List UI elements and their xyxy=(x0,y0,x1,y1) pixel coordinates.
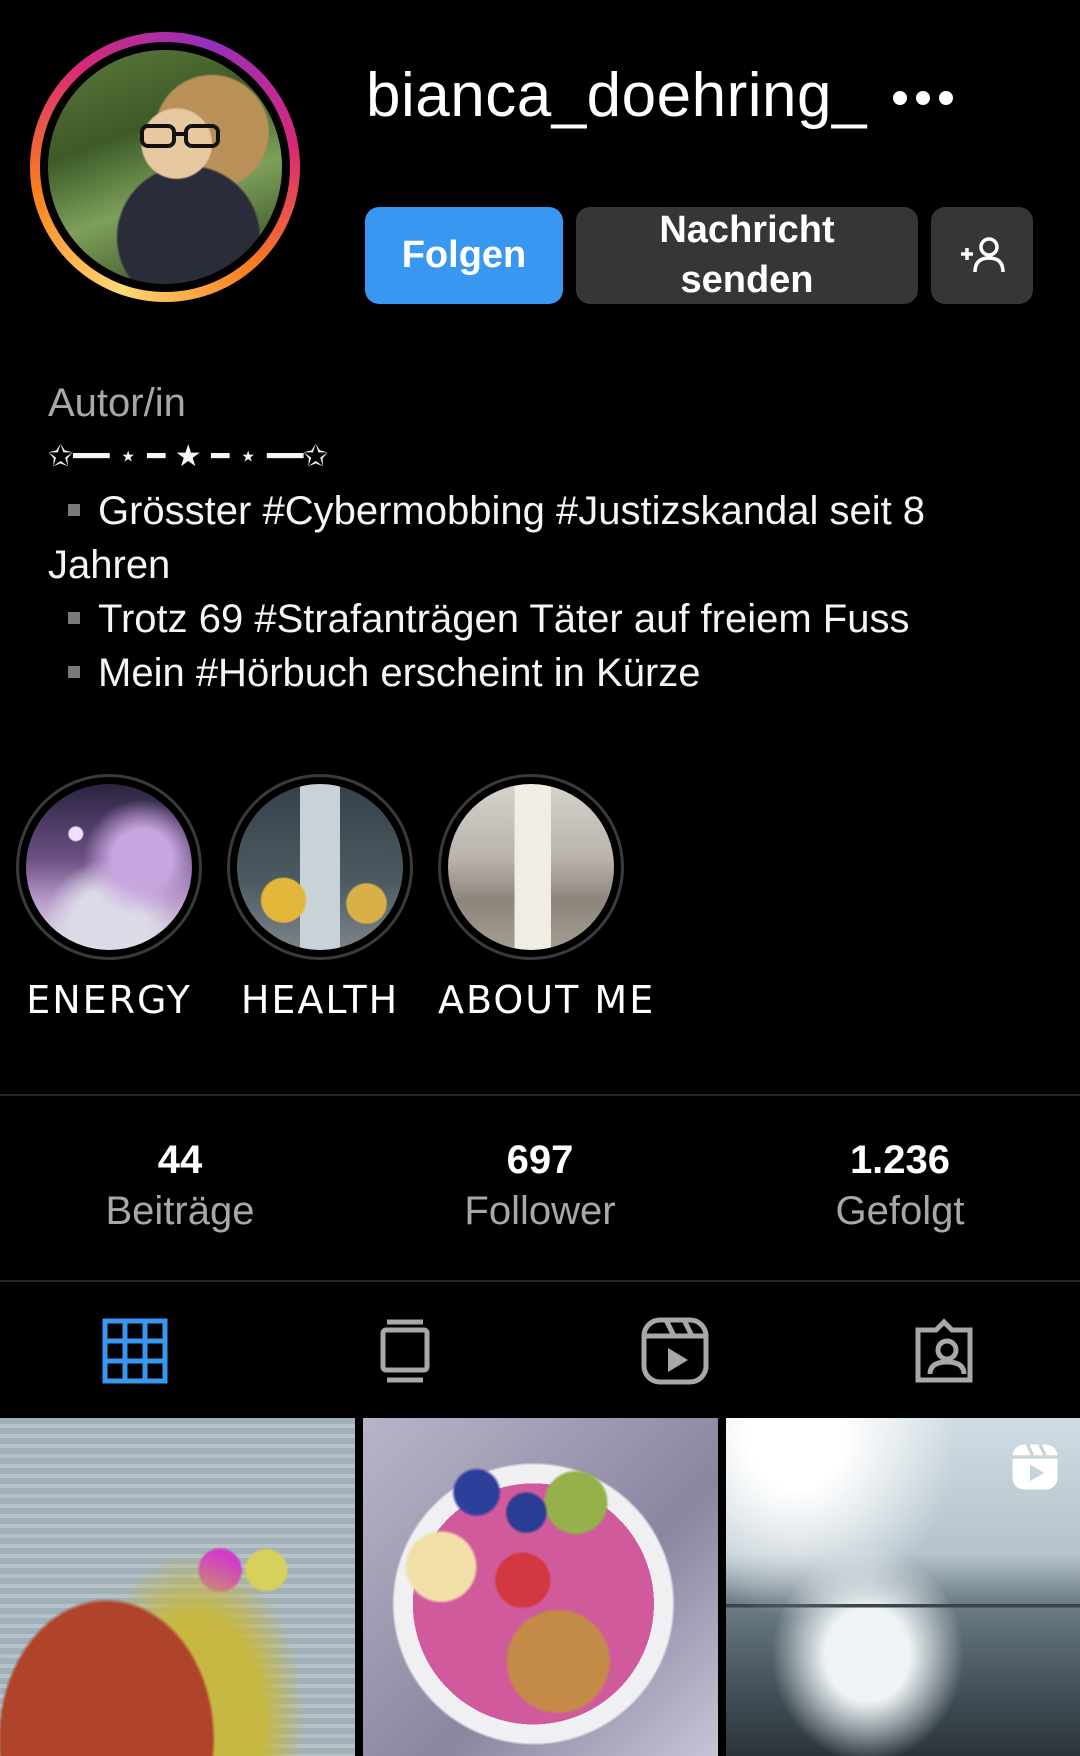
highlight-ring xyxy=(16,774,202,960)
bio-line-1-text: Grösster #Cybermobbing #Justizskandal se… xyxy=(48,489,926,587)
bio-category: Autor/in xyxy=(48,381,186,425)
bio-line-3-text: Mein #Hörbuch erscheint in Kürze xyxy=(98,651,701,695)
stats-bottom-divider xyxy=(0,1280,1080,1282)
highlight-thumbnail xyxy=(448,784,614,950)
bio-line-2: Trotz 69 #Strafanträgen Täter auf freiem… xyxy=(48,592,1058,646)
post-thumbnail[interactable] xyxy=(726,1418,1080,1756)
more-options-icon[interactable] xyxy=(890,88,956,108)
profile-avatar-ring[interactable] xyxy=(30,32,300,302)
highlight-ring xyxy=(227,774,413,960)
bullet-icon xyxy=(68,666,80,679)
username: bianca_doehring_ xyxy=(366,61,867,130)
message-button-label: Nachricht senden xyxy=(659,206,834,305)
highlight-health[interactable]: HEALTH xyxy=(227,774,413,1022)
bio-line-3: Mein #Hörbuch erscheint in Kürze xyxy=(48,646,1058,700)
stat-posts-label: Beiträge xyxy=(105,1189,255,1233)
highlight-label: ABOUT ME xyxy=(438,978,656,1022)
bio-line-2-text: Trotz 69 #Strafanträgen Täter auf freiem… xyxy=(98,597,910,641)
follow-button[interactable]: Folgen xyxy=(365,207,563,304)
tagged-icon[interactable] xyxy=(912,1316,982,1386)
bio-divider: ✩━━ ⋆ ━ ★ ━ ⋆ ━━✩ xyxy=(48,439,329,474)
highlight-label: HEALTH xyxy=(240,978,400,1022)
post-image xyxy=(0,1418,355,1756)
stat-followers[interactable]: 697 Follower xyxy=(360,1138,720,1234)
highlight-about-me[interactable]: ABOUT ME xyxy=(438,774,656,1022)
stat-following-label: Gefolgt xyxy=(835,1189,965,1233)
stat-following-count: 1.236 xyxy=(849,1138,951,1182)
stat-following[interactable]: 1.236 Gefolgt xyxy=(720,1138,1080,1234)
grid-icon[interactable] xyxy=(100,1316,170,1386)
bullet-icon xyxy=(68,504,80,517)
add-person-button[interactable] xyxy=(931,207,1033,304)
avatar xyxy=(48,50,282,284)
post-thumbnail[interactable] xyxy=(0,1418,355,1756)
guide-icon[interactable] xyxy=(370,1316,440,1386)
highlight-thumbnail xyxy=(237,784,403,950)
stat-posts[interactable]: 44 Beiträge xyxy=(0,1138,360,1234)
reels-icon[interactable] xyxy=(640,1316,710,1386)
message-label-line2: senden xyxy=(680,258,814,301)
reels-icon xyxy=(1012,1443,1058,1490)
avatar-inner xyxy=(40,42,290,292)
post-image xyxy=(363,1418,718,1756)
highlight-thumbnail xyxy=(26,784,192,950)
stat-posts-count: 44 xyxy=(157,1138,203,1182)
post-thumbnail[interactable] xyxy=(363,1418,718,1756)
profile-bio: Autor/in ✩━━ ⋆ ━ ★ ━ ⋆ ━━✩ Grösster #Cyb… xyxy=(48,376,1058,700)
follow-button-label: Folgen xyxy=(401,233,527,276)
message-label-line1: Nachricht xyxy=(659,209,835,252)
bio-line-1: Grösster #Cybermobbing #Justizskandal se… xyxy=(48,484,1058,592)
highlight-label: ENERGY xyxy=(26,978,192,1022)
highlight-ring xyxy=(438,774,624,960)
stats-top-divider xyxy=(0,1094,1080,1096)
glasses-shape xyxy=(140,124,220,148)
stat-followers-label: Follower xyxy=(464,1189,616,1233)
highlight-energy[interactable]: ENERGY xyxy=(16,774,202,1022)
stat-followers-count: 697 xyxy=(506,1138,574,1182)
bullet-icon xyxy=(68,612,80,625)
message-button[interactable]: Nachricht senden xyxy=(576,207,918,304)
add-person-icon xyxy=(961,236,1005,272)
